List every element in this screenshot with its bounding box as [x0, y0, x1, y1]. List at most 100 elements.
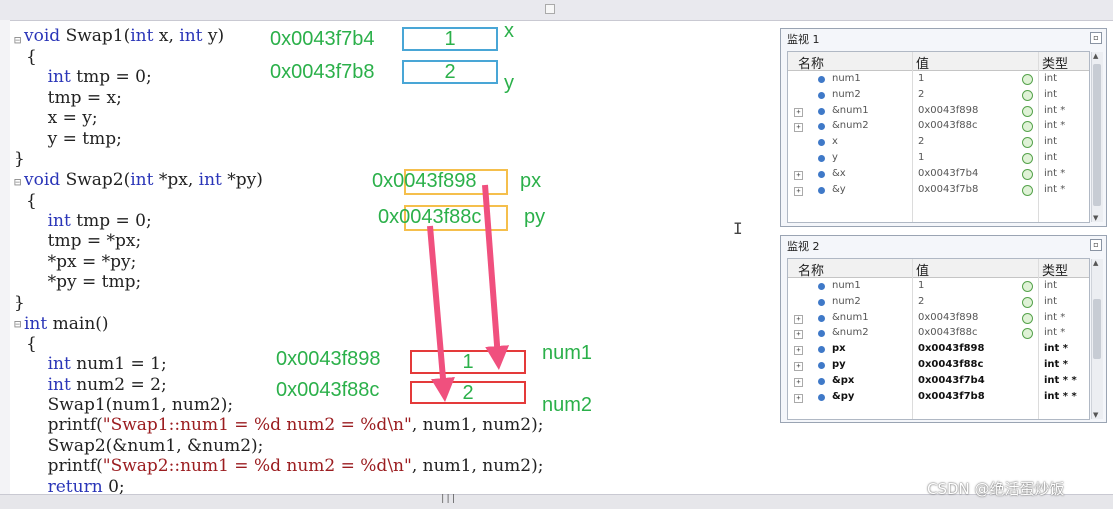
watch-row[interactable]: + &y 0x0043f7b8 int * — [788, 183, 1089, 199]
watch-name-cell[interactable]: num2 — [832, 296, 861, 307]
watch-grid-1[interactable]: 名称 值 类型 num1 1 int num2 2 int + &num1 0x0043f898 int… — [787, 51, 1090, 223]
watch-value-cell[interactable]: 0x0043f898 — [918, 312, 978, 323]
scroll-up-icon[interactable]: ▲ — [1093, 259, 1098, 267]
expand-icon[interactable]: + — [794, 186, 803, 196]
watch-name-cell[interactable]: &num1 — [832, 312, 869, 323]
watch-name-cell[interactable]: y — [832, 152, 838, 163]
watch-panel-2[interactable]: 监视 2 ▫ 名称 值 类型 num1 1 int num2 2 int + &num1 0x0043… — [780, 235, 1107, 423]
watch-name-cell[interactable]: &num2 — [832, 327, 869, 338]
watch-name-cell[interactable]: num1 — [832, 280, 861, 291]
watch-value-cell[interactable]: 0x0043f88c — [918, 327, 977, 338]
watch-type-cell: int — [1044, 280, 1058, 291]
expand-icon[interactable]: + — [794, 362, 803, 371]
watch-value-cell[interactable]: 0x0043f7b4 — [918, 375, 985, 386]
watch-2-scrollbar[interactable]: ▲ ▼ — [1091, 259, 1103, 419]
watch-row[interactable]: + &num1 0x0043f898 int * — [788, 311, 1089, 327]
watch-type-cell: int — [1044, 73, 1058, 84]
watch-name-cell[interactable]: &num1 — [832, 105, 869, 116]
expand-icon[interactable]: + — [794, 346, 803, 356]
watch-name-cell[interactable]: px — [832, 343, 846, 354]
watch-value-cell[interactable]: 0x0043f88c — [918, 120, 977, 131]
watch-row[interactable]: x 2 int — [788, 135, 1089, 151]
watch-value-cell[interactable]: 0x0043f7b8 — [918, 391, 985, 402]
watch-name-cell[interactable]: &px — [832, 375, 854, 386]
watch-value-cell[interactable]: 1 — [918, 280, 924, 291]
watch-panel-1[interactable]: 监视 1 ▫ 名称 值 类型 num1 1 int num2 2 int + &num1 0x0043… — [780, 28, 1107, 227]
watch-row[interactable]: + &num2 0x0043f88c int * — [788, 326, 1089, 342]
refresh-icon[interactable] — [1022, 153, 1033, 164]
watch-value-cell[interactable]: 0x0043f7b4 — [918, 168, 978, 179]
variable-icon — [818, 298, 825, 306]
watch-value-cell[interactable]: 0x0043f7b8 — [918, 184, 978, 195]
column-header[interactable]: 类型 — [1042, 260, 1068, 279]
expand-icon[interactable]: + — [794, 314, 803, 324]
watch-value-cell[interactable]: 2 — [918, 89, 924, 100]
watch-row[interactable]: y 1 int — [788, 151, 1089, 167]
refresh-icon[interactable] — [1022, 137, 1033, 149]
watch-name-cell[interactable]: &y — [832, 184, 846, 195]
watch-type-cell: int — [1044, 136, 1058, 148]
watch-type-cell: int * — [1044, 104, 1066, 116]
watch-row[interactable]: num1 1 int — [788, 72, 1089, 88]
refresh-icon[interactable] — [1022, 89, 1033, 101]
watch-name-cell[interactable]: &num2 — [832, 120, 869, 131]
refresh-icon[interactable] — [1022, 74, 1033, 85]
py-to-num2-arrow — [427, 225, 455, 402]
scroll-down-icon[interactable]: ▼ — [1093, 411, 1098, 419]
panel-options-icon[interactable]: ▫ — [1090, 239, 1102, 251]
scroll-up-icon[interactable]: ▲ — [1093, 52, 1098, 60]
watch-value-cell[interactable]: 0x0043f898 — [918, 105, 978, 116]
refresh-icon[interactable] — [1022, 281, 1033, 292]
watch-row[interactable]: num2 2 int — [788, 88, 1089, 104]
watch-1-scrollbar[interactable]: ▲ ▼ — [1091, 52, 1103, 222]
panel-options-icon[interactable]: ▫ — [1090, 32, 1102, 44]
watch-value-cell[interactable]: 1 — [918, 152, 924, 163]
variable-icon — [818, 155, 825, 162]
watch-name-cell[interactable]: num2 — [832, 89, 861, 100]
refresh-icon[interactable] — [1022, 328, 1033, 340]
expand-icon[interactable]: + — [794, 330, 803, 340]
refresh-icon[interactable] — [1022, 168, 1033, 180]
refresh-icon[interactable] — [1022, 121, 1033, 133]
scroll-thumb[interactable] — [1093, 299, 1101, 359]
watch-row[interactable]: + &num1 0x0043f898 int * — [788, 104, 1089, 120]
refresh-icon[interactable] — [1022, 296, 1033, 308]
column-header[interactable]: 值 — [916, 260, 929, 279]
watch-row[interactable]: + &num2 0x0043f88c int * — [788, 119, 1089, 135]
refresh-icon[interactable] — [1022, 184, 1033, 196]
watch-row[interactable]: num1 1 int — [788, 279, 1089, 295]
watch-grid-2[interactable]: 名称 值 类型 num1 1 int num2 2 int + &num1 0x0043f898 int… — [787, 258, 1090, 420]
watch-row[interactable]: + &x 0x0043f7b4 int * — [788, 167, 1089, 183]
expand-icon[interactable]: + — [794, 107, 803, 117]
scroll-grip-icon[interactable]: ||| — [440, 494, 456, 504]
watch-name-cell[interactable]: x — [832, 136, 838, 147]
scroll-thumb[interactable] — [1093, 64, 1101, 206]
watch-value-cell[interactable]: 0x0043f88c — [918, 359, 983, 370]
watch-value-cell[interactable]: 2 — [918, 136, 924, 147]
watch-name-cell[interactable]: &py — [832, 391, 854, 402]
watch-row[interactable]: + py 0x0043f88c int * — [788, 358, 1089, 374]
watch-name-cell[interactable]: &x — [832, 168, 846, 179]
watch-row[interactable]: num2 2 int — [788, 295, 1089, 311]
expand-icon[interactable]: + — [794, 123, 803, 133]
watch-name-cell[interactable]: py — [832, 359, 846, 370]
refresh-icon[interactable] — [1022, 105, 1033, 117]
column-header[interactable]: 类型 — [1042, 53, 1068, 72]
refresh-icon[interactable] — [1022, 312, 1033, 324]
expand-icon[interactable]: + — [794, 377, 803, 387]
watch-row[interactable]: + &py 0x0043f7b8 int * * — [788, 390, 1089, 406]
column-header[interactable]: 值 — [916, 53, 929, 72]
watch-value-cell[interactable]: 0x0043f898 — [918, 343, 984, 354]
scroll-down-icon[interactable]: ▼ — [1093, 214, 1098, 222]
column-header[interactable]: 名称 — [798, 260, 824, 279]
variable-icon — [818, 362, 825, 369]
watch-name-cell[interactable]: num1 — [832, 73, 861, 84]
watch-value-cell[interactable]: 2 — [918, 296, 924, 307]
watch-type-cell: int * * — [1044, 390, 1077, 402]
watch-row[interactable]: + &px 0x0043f7b4 int * * — [788, 374, 1089, 390]
expand-icon[interactable]: + — [794, 393, 803, 403]
watch-value-cell[interactable]: 1 — [918, 73, 924, 84]
watch-row[interactable]: + px 0x0043f898 int * — [788, 342, 1089, 358]
column-header[interactable]: 名称 — [798, 53, 824, 72]
expand-icon[interactable]: + — [794, 170, 803, 180]
